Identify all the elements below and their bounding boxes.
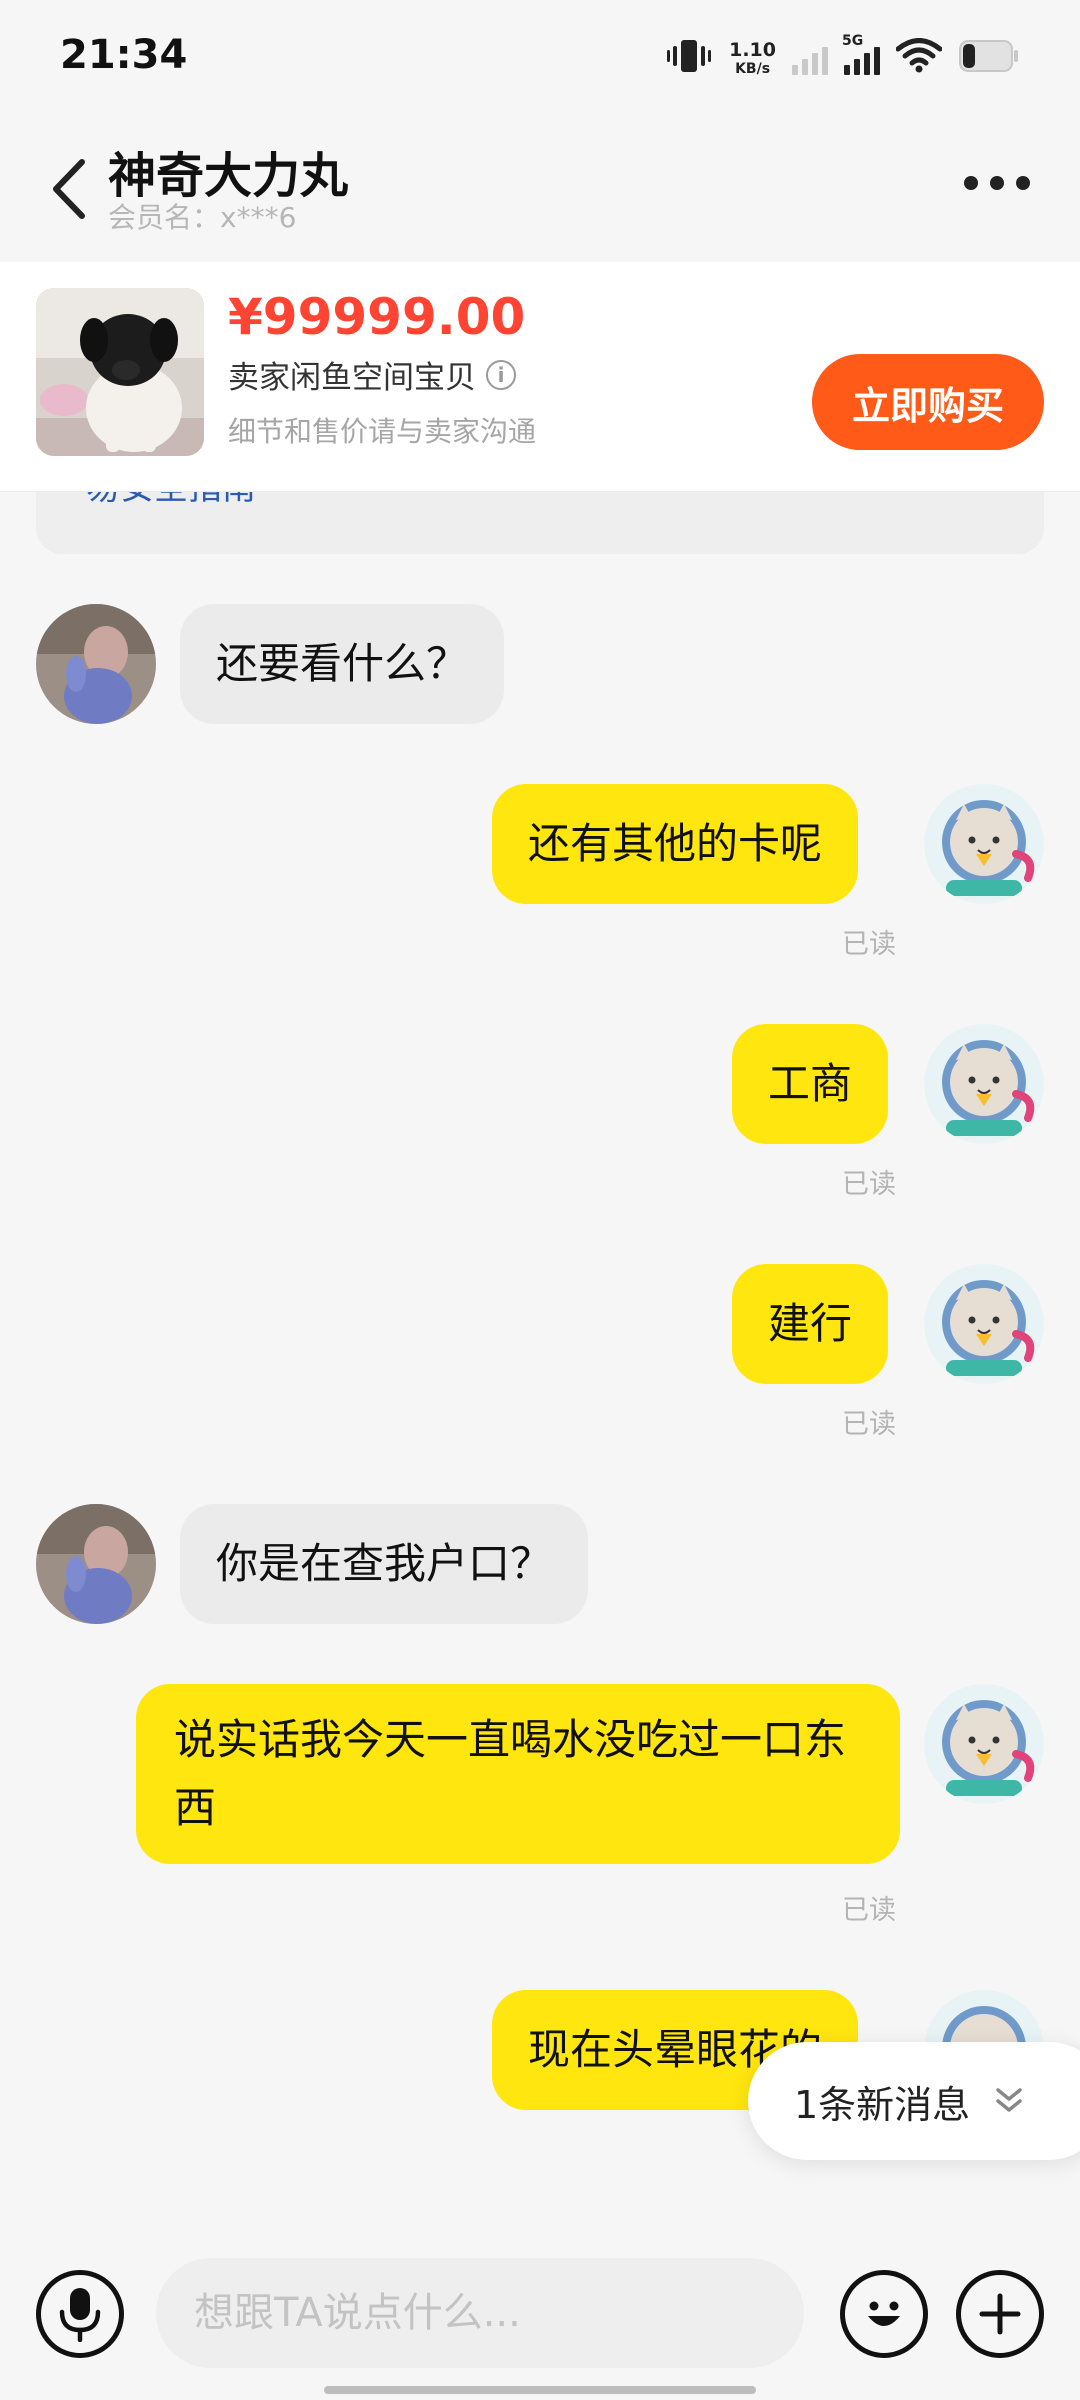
- message-input[interactable]: [156, 2258, 804, 2368]
- read-status: 已读: [842, 1409, 896, 1440]
- product-note: 细节和售价请与卖家沟通: [228, 415, 537, 448]
- message-bubble-outgoing[interactable]: 工商: [732, 1024, 889, 1144]
- chat-header: 神奇大力丸 会员名：x***6: [0, 120, 1080, 250]
- more-button[interactable]: [964, 176, 1030, 190]
- new-message-label: 1条新消息: [794, 2082, 971, 2127]
- status-bar: 21:34 1.10 KB/s 5G: [0, 0, 1080, 110]
- more-dot: [1016, 176, 1030, 190]
- wifi-icon: [895, 38, 943, 78]
- net-speed-value: 1.10: [729, 38, 776, 61]
- cat-astronaut-avatar-icon: [924, 1684, 1044, 1804]
- battery-icon: [958, 38, 1020, 78]
- input-bar: [0, 2230, 1080, 2400]
- read-status: 已读: [842, 929, 896, 960]
- home-indicator[interactable]: [324, 2386, 756, 2394]
- my-avatar[interactable]: [924, 1264, 1044, 1384]
- vibrate-icon: [665, 36, 713, 80]
- emoji-button[interactable]: [840, 2270, 928, 2358]
- seller-avatar-image: [36, 1504, 156, 1624]
- chevron-left-icon: [53, 159, 85, 219]
- buy-now-button[interactable]: 立即购买: [812, 354, 1044, 450]
- puppy-photo: [36, 288, 204, 456]
- product-thumbnail[interactable]: [36, 288, 204, 456]
- cat-astronaut-avatar-icon: [924, 1024, 1044, 1144]
- plus-icon: [979, 2293, 1021, 2335]
- my-avatar[interactable]: [924, 1024, 1044, 1144]
- product-card[interactable]: ¥99999.00 卖家闲鱼空间宝贝 i 细节和售价请与卖家沟通 立即购买: [0, 262, 1080, 492]
- double-chevron-down-icon: [996, 2088, 1022, 2112]
- product-type: 卖家闲鱼空间宝贝 i: [228, 352, 516, 397]
- read-status: 已读: [842, 1169, 896, 1200]
- info-icon[interactable]: i: [486, 359, 516, 390]
- more-dot: [990, 176, 1004, 190]
- emoji-icon: [868, 2301, 900, 2326]
- status-icons: 1.10 KB/s 5G: [665, 33, 1020, 80]
- message-bubble-outgoing[interactable]: 还有其他的卡呢: [492, 784, 859, 904]
- signal-5g-icon: 5G: [842, 33, 880, 75]
- member-name: 会员名：x***6: [108, 201, 297, 234]
- status-time: 21:34: [60, 32, 188, 78]
- product-type-label: 卖家闲鱼空间宝贝: [228, 360, 476, 396]
- read-status: 已读: [842, 1895, 896, 1926]
- product-price: ¥99999.00: [228, 288, 526, 346]
- voice-button[interactable]: [36, 2270, 124, 2358]
- message-bubble-incoming[interactable]: 还要看什么？: [180, 604, 505, 724]
- seller-avatar-image: [36, 604, 156, 724]
- new-message-pill[interactable]: 1条新消息: [748, 2042, 1080, 2160]
- signal-icon: [792, 41, 828, 75]
- back-button[interactable]: [44, 154, 94, 224]
- more-dots-icon: [964, 176, 978, 190]
- my-avatar[interactable]: [924, 1684, 1044, 1804]
- network-label: 5G: [842, 33, 864, 49]
- cat-astronaut-avatar-icon: [924, 784, 1044, 904]
- cat-astronaut-avatar-icon: [924, 1264, 1044, 1384]
- message-bubble-outgoing[interactable]: 建行: [732, 1264, 889, 1384]
- message-bubble-outgoing[interactable]: 说实话我今天一直喝水没吃过一口东西: [136, 1684, 900, 1864]
- message-bubble-incoming[interactable]: 你是在查我户口？: [180, 1504, 589, 1624]
- my-avatar[interactable]: [924, 784, 1044, 904]
- microphone-icon: [59, 2288, 101, 2342]
- net-speed: 1.10 KB/s: [729, 38, 776, 77]
- seller-avatar[interactable]: [36, 604, 156, 724]
- add-button[interactable]: [956, 2270, 1044, 2358]
- seller-avatar[interactable]: [36, 1504, 156, 1624]
- net-speed-unit: KB/s: [735, 60, 771, 77]
